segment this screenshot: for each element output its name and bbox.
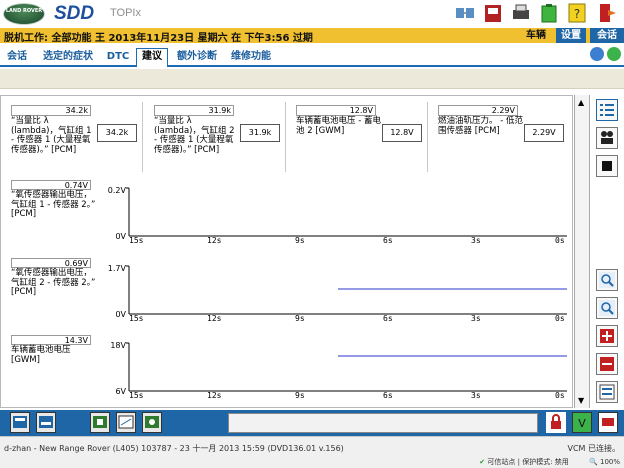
vci-device-icon[interactable]	[482, 2, 504, 24]
tab-menu-session[interactable]: 会话	[4, 49, 30, 65]
graph-plot	[126, 187, 567, 237]
right-tool-panel: ▲ ▼	[574, 95, 624, 408]
land-rover-logo: LAND ROVER	[3, 3, 45, 25]
x-tick: 12s	[207, 236, 222, 245]
x-tick: 12s	[207, 314, 222, 323]
param-label: “当量比 λ (lambda)，气缸组 2 - 传感器 1 (大量程氧传感器)。…	[154, 116, 235, 155]
x-tick: 0s	[555, 391, 565, 400]
graph-row: 14.3V 车辆蓄电池电压 [GWM] 18V 6V 15s 12s 9s 6s…	[1, 333, 572, 411]
x-tick: 9s	[295, 391, 305, 400]
bottom-toolbar: V	[0, 410, 624, 436]
param-top-value: 31.9k	[154, 105, 234, 116]
x-tick: 15s	[129, 314, 144, 323]
sdd-window: LAND ROVER SDD TOPIx ? 脱机工作: 全部功能 王 2013…	[0, 0, 624, 468]
datalogger-icon[interactable]	[116, 412, 136, 433]
tab-dtc[interactable]: DTC	[104, 49, 132, 65]
x-tick: 12s	[207, 391, 222, 400]
stop-icon[interactable]	[596, 155, 618, 177]
x-tick: 9s	[295, 236, 305, 245]
x-tick: 15s	[129, 236, 144, 245]
network-map-icon[interactable]	[142, 412, 162, 433]
exit-icon[interactable]	[596, 2, 618, 24]
x-tick: 3s	[471, 391, 481, 400]
battery-icon[interactable]	[538, 2, 560, 24]
status-bar: 脱机工作: 全部功能 王 2013年11月23日 星期六 在 下午3:56 过期…	[0, 28, 624, 44]
x-tick: 3s	[471, 314, 481, 323]
param-value: 31.9k	[240, 124, 280, 142]
graph-plot	[126, 342, 567, 392]
x-tick: 3s	[471, 236, 481, 245]
video-camera-icon[interactable]	[596, 127, 618, 149]
status-footer: d-zhan - New Range Rover (L405) 103787 -…	[0, 436, 624, 468]
graph-row: 0.69V “氧传感器输出电压，气缸组 2 - 传感器 2。” [PCM] 1.…	[1, 256, 572, 334]
zoom-icon[interactable]: 🔍	[589, 458, 598, 466]
graph-plot	[126, 265, 567, 315]
param-box: 31.9k “当量比 λ (lambda)，气缸组 2 - 传感器 1 (大量程…	[146, 102, 286, 172]
x-tick: 9s	[295, 314, 305, 323]
app-header: LAND ROVER SDD TOPIx ?	[0, 0, 624, 28]
remove-signal-icon[interactable]	[596, 353, 618, 375]
zoom-out-icon[interactable]	[596, 297, 618, 319]
x-tick: 6s	[383, 391, 393, 400]
printer-icon[interactable]	[510, 2, 532, 24]
param-label: 燃油油轨压力。 - 低范围传感器 [PCM]	[438, 116, 523, 136]
sub-toolbar	[0, 69, 624, 89]
svg-text:V: V	[578, 417, 586, 430]
tab-selected-symptoms[interactable]: 选定的症状	[38, 49, 98, 65]
datalogger-panel: 34.2k “当量比 λ (lambda)，气缸组 1 - 传感器 1 (大量程…	[0, 95, 573, 408]
param-value: 12.8V	[382, 124, 422, 142]
x-tick: 6s	[383, 236, 393, 245]
tab-recommendations[interactable]: 建议	[136, 48, 168, 67]
message-field	[228, 413, 538, 433]
zoom-level[interactable]: 100%	[600, 458, 620, 466]
status-title: 脱机工作: 全部功能 王 2013年11月23日 星期六 在 下午3:56 过期	[4, 33, 313, 44]
refresh-icon[interactable]	[607, 47, 621, 61]
menu-bar: 会话 选定的症状 DTC 建议 额外诊断 维修功能	[0, 43, 624, 67]
settings-panel-icon[interactable]	[596, 381, 618, 403]
tab-session[interactable]: 会话	[590, 28, 624, 43]
param-label: “当量比 λ (lambda)，气缸组 1 - 传感器 1 (大量程氧传感器)。…	[11, 116, 92, 155]
check-icon: ✔	[479, 458, 486, 466]
param-value: 2.29V	[524, 124, 564, 142]
graph-row: 0.74V “氧传感器输出电压，气缸组 1 - 传感器 2。” [PCM] 0.…	[1, 178, 572, 256]
vertical-scrollbar[interactable]: ▲ ▼	[574, 95, 590, 408]
param-top-value: 12.8V	[296, 105, 376, 116]
help-icon[interactable]: ?	[566, 2, 588, 24]
tab-repair-functions[interactable]: 维修功能	[226, 49, 276, 65]
module-icon[interactable]	[90, 412, 110, 433]
x-tick: 0s	[555, 236, 565, 245]
network-icon[interactable]	[454, 2, 476, 24]
user-icon[interactable]	[590, 47, 604, 61]
param-top-value: 34.2k	[11, 105, 91, 116]
x-tick: 15s	[129, 391, 144, 400]
x-tick: 6s	[383, 314, 393, 323]
param-box: 2.29V 燃油油轨压力。 - 低范围传感器 [PCM] 2.29V	[430, 102, 570, 172]
svg-text:?: ?	[574, 7, 580, 21]
scroll-up-icon[interactable]: ▲	[578, 98, 584, 107]
zoom-in-icon[interactable]	[596, 269, 618, 291]
connection-status: VCM 已连接。	[567, 444, 620, 453]
list-view-icon[interactable]	[596, 99, 618, 121]
param-box: 12.8V 车辆蓄电池电压 - 蓄电池 2 [GWM] 12.8V	[288, 102, 428, 172]
config-icon[interactable]	[36, 412, 56, 433]
param-value: 34.2k	[97, 124, 137, 142]
battery-status-icon[interactable]	[598, 412, 618, 433]
lock-icon[interactable]	[546, 412, 566, 433]
vci-status-icon[interactable]: V	[572, 412, 592, 433]
trusted-site-text: 可信站点 | 保护模式: 禁用	[487, 458, 569, 466]
app-suffix: TOPIx	[110, 7, 141, 19]
param-box: 34.2k “当量比 λ (lambda)，气缸组 1 - 传感器 1 (大量程…	[3, 102, 143, 172]
x-tick: 0s	[555, 314, 565, 323]
param-top-value: 2.29V	[438, 105, 518, 116]
tab-extra-diagnostics[interactable]: 额外诊断	[172, 49, 222, 65]
add-signal-icon[interactable]	[596, 325, 618, 347]
param-label: 车辆蓄电池电压 - 蓄电池 2 [GWM]	[296, 116, 381, 136]
vehicle-info-icon[interactable]	[10, 412, 30, 433]
vehicle-session-info: d-zhan - New Range Rover (L405) 103787 -…	[4, 444, 344, 453]
app-name: SDD	[54, 3, 95, 24]
browser-status: ✔ 可信站点 | 保护模式: 禁用 🔍 100%	[479, 457, 620, 467]
tab-settings[interactable]: 设置	[556, 28, 586, 43]
scroll-down-icon[interactable]: ▼	[578, 396, 584, 405]
tab-vehicle[interactable]: 车辆	[522, 28, 550, 43]
